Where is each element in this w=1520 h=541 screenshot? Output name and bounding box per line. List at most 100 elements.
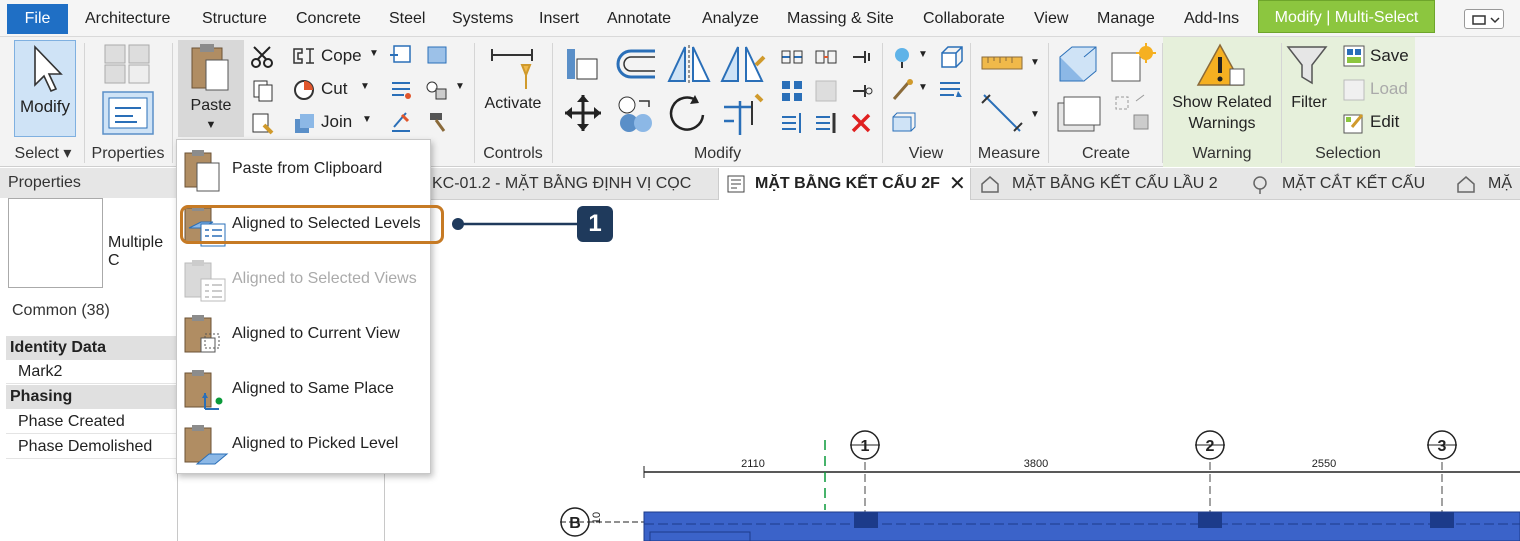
save-selection-icon[interactable]	[1342, 44, 1366, 68]
modify-button[interactable]: Modify	[14, 40, 76, 137]
select-panel-dropdown[interactable]: Select ▾	[8, 142, 78, 166]
close-tab-icon[interactable]: ✕	[949, 168, 966, 200]
override-graphics-icon[interactable]	[890, 77, 916, 103]
edit-selection-label[interactable]: Edit	[1370, 112, 1399, 132]
join-label[interactable]: Join	[321, 112, 352, 132]
scale-icon[interactable]	[814, 79, 838, 103]
linework-icon[interactable]	[938, 77, 964, 103]
grid-bubble-2[interactable]: 2	[1206, 438, 1215, 455]
split-with-gap-icon[interactable]	[814, 45, 838, 69]
prop-group-phasing[interactable]: Phasing	[6, 385, 178, 409]
show-related-warnings-line2[interactable]: Warnings	[1166, 113, 1278, 134]
type-selector[interactable]: Multiple C	[108, 234, 177, 270]
view-tab-truncated[interactable]: MẶ	[1488, 168, 1512, 200]
trim-extend-single-icon[interactable]	[780, 111, 804, 135]
hammer-icon[interactable]	[424, 109, 450, 135]
create-group-icon[interactable]	[1110, 91, 1156, 137]
tab-massing-site[interactable]: Massing & Site	[787, 0, 894, 37]
filter-funnel-icon[interactable]	[1284, 43, 1330, 89]
delete-icon[interactable]	[849, 111, 873, 135]
view-tab-dinh-vi-coc[interactable]: KC-01.2 - MẶT BẰNG ĐỊNH VỊ CỌC	[432, 168, 691, 200]
grid-bubble-1[interactable]: 1	[861, 438, 870, 455]
aligned-to-same-place-item[interactable]: Aligned to Same Place	[177, 363, 432, 415]
filter-label[interactable]: Filter	[1284, 92, 1334, 113]
cut-dropdown-arrow[interactable]: ▼	[360, 81, 370, 92]
tab-modify-multi-select[interactable]: Modify | Multi-Select	[1258, 0, 1435, 33]
dimension-dropdown-arrow[interactable]: ▼	[1030, 109, 1040, 120]
tab-concrete[interactable]: Concrete	[296, 0, 361, 37]
align-icon[interactable]	[563, 45, 601, 83]
rotate-icon[interactable]	[667, 91, 711, 137]
warning-icon[interactable]	[1196, 43, 1248, 89]
create-assembly-icon[interactable]	[1056, 43, 1102, 85]
trim-extend-multiple-icon[interactable]	[814, 111, 838, 135]
show-related-warnings-line1[interactable]: Show Related	[1166, 92, 1278, 113]
join-geometry-icon[interactable]	[292, 111, 316, 135]
ribbon-display-toggle[interactable]	[1464, 9, 1504, 29]
unpin-icon[interactable]	[849, 79, 873, 103]
pick-new-host-icon[interactable]	[388, 43, 414, 67]
trim-extend-icon[interactable]	[720, 91, 768, 137]
view-tab-lau-2[interactable]: MẶT BẰNG KẾT CẤU LẦU 2	[1012, 168, 1218, 200]
wall-joins-icon[interactable]	[388, 77, 414, 103]
cope-dropdown-arrow[interactable]: ▼	[369, 48, 379, 59]
tab-manage[interactable]: Manage	[1097, 0, 1155, 37]
move-icon[interactable]	[563, 93, 603, 133]
paste-button[interactable]: Paste ▼	[178, 40, 244, 137]
paint-dropdown-arrow[interactable]: ▼	[455, 81, 465, 92]
selection-box-icon[interactable]	[890, 111, 916, 135]
copy-element-icon[interactable]	[615, 93, 659, 137]
hide-in-view-icon[interactable]	[890, 45, 916, 69]
tab-file[interactable]: File	[7, 4, 68, 34]
type-properties-icon[interactable]	[103, 43, 153, 85]
grid-bubble-b[interactable]: B	[569, 515, 581, 532]
aligned-to-picked-level-item[interactable]: Aligned to Picked Level	[177, 418, 432, 470]
tab-structure[interactable]: Structure	[202, 0, 267, 37]
mirror-draw-axis-icon[interactable]	[718, 43, 768, 87]
paint-icon[interactable]	[424, 77, 450, 103]
edit-selection-icon[interactable]	[1342, 111, 1366, 135]
mirror-pick-axis-icon[interactable]	[665, 43, 715, 87]
copy-icon[interactable]	[250, 79, 276, 103]
tab-systems[interactable]: Systems	[452, 0, 513, 37]
split-face-icon[interactable]	[424, 43, 450, 67]
create-parts-icon[interactable]	[1054, 91, 1104, 137]
view-cube-icon[interactable]	[938, 45, 964, 69]
array-icon[interactable]	[780, 79, 804, 103]
join-dropdown-arrow[interactable]: ▼	[362, 114, 372, 125]
create-similar-icon[interactable]	[1108, 43, 1156, 87]
demolish-icon[interactable]	[388, 109, 414, 135]
instance-filter[interactable]: Common (38)	[12, 302, 110, 320]
offset-icon[interactable]	[613, 45, 661, 83]
tab-insert[interactable]: Insert	[539, 0, 579, 37]
tab-analyze[interactable]: Analyze	[702, 0, 759, 37]
measure-between-icon[interactable]	[980, 51, 1026, 77]
tab-add-ins[interactable]: Add-Ins	[1184, 0, 1239, 37]
activate-dimensions-icon[interactable]	[488, 43, 538, 93]
cut-label[interactable]: Cut	[321, 79, 347, 99]
view-tab-mat-cat[interactable]: MẶT CẮT KẾT CẤU	[1282, 168, 1425, 200]
properties-icon[interactable]	[101, 90, 155, 136]
tab-collaborate[interactable]: Collaborate	[923, 0, 1005, 37]
cope-label[interactable]: Cope	[321, 46, 362, 66]
aligned-to-current-view-item[interactable]: Aligned to Current View	[177, 308, 432, 360]
hide-dropdown-arrow[interactable]: ▼	[918, 49, 928, 60]
pin-icon[interactable]	[849, 45, 873, 69]
drawing-canvas[interactable]: 1 2 3 B 2110 3800 2550 10	[388, 200, 1520, 541]
override-dropdown-arrow[interactable]: ▼	[918, 82, 928, 93]
aligned-dimension-icon[interactable]	[978, 89, 1028, 137]
activate-label[interactable]: Activate	[480, 93, 546, 114]
tab-steel[interactable]: Steel	[389, 0, 425, 37]
save-selection-label[interactable]: Save	[1370, 46, 1409, 66]
split-element-icon[interactable]	[780, 45, 804, 69]
cope-icon[interactable]	[292, 45, 316, 67]
view-tab-active[interactable]: MẶT BẰNG KẾT CẤU 2F ✕	[718, 168, 971, 200]
tab-view[interactable]: View	[1034, 0, 1068, 37]
grid-bubble-3[interactable]: 3	[1438, 438, 1447, 455]
cut-geometry-icon[interactable]	[292, 78, 316, 102]
tab-architecture[interactable]: Architecture	[85, 0, 170, 37]
tab-annotate[interactable]: Annotate	[607, 0, 671, 37]
prop-group-identity-data[interactable]: Identity Data	[6, 336, 178, 360]
measure-dropdown-arrow[interactable]: ▼	[1030, 57, 1040, 68]
match-properties-icon[interactable]	[250, 111, 276, 137]
